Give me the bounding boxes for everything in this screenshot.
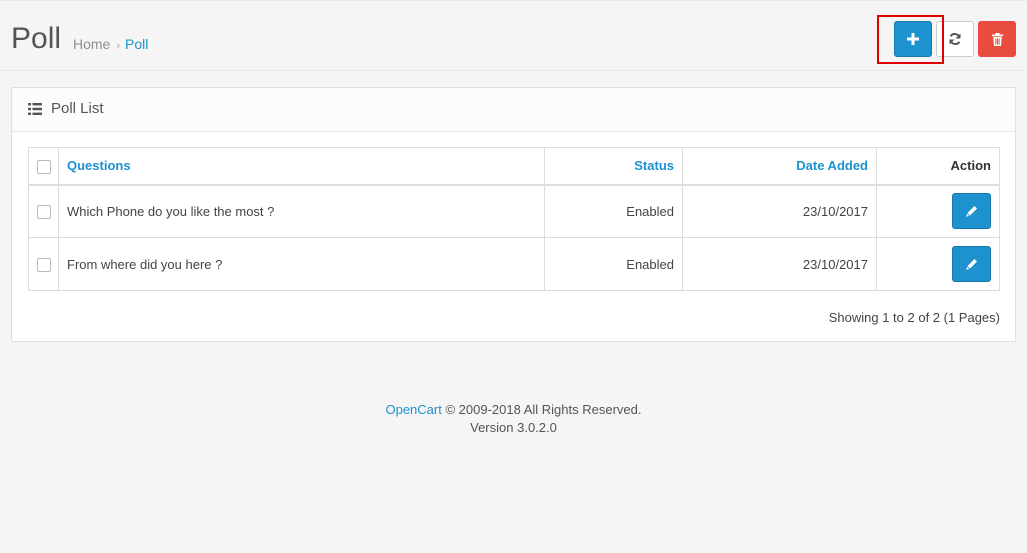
copyright-text: © 2009-2018 All Rights Reserved.: [441, 402, 642, 417]
row-checkbox-cell: [28, 237, 59, 291]
table-row: Which Phone do you like the most ? Enabl…: [28, 184, 1000, 238]
opencart-link[interactable]: OpenCart: [385, 402, 441, 417]
status-cell: Enabled: [544, 184, 683, 238]
question-cell: Which Phone do you like the most ?: [58, 184, 545, 238]
table-header-row: Questions Status Date Added Action: [28, 147, 1000, 186]
page-title: Poll: [11, 22, 62, 55]
sort-questions-link[interactable]: Questions: [67, 158, 131, 173]
sort-date-added-link[interactable]: Date Added: [796, 158, 868, 173]
action-cell: [876, 237, 1000, 291]
pencil-icon: [965, 206, 977, 217]
edit-button[interactable]: [952, 193, 991, 230]
pagination-summary: Showing 1 to 2 of 2 (1 Pages): [828, 310, 1000, 325]
panel-heading: Poll List: [12, 88, 1015, 132]
row-checkbox[interactable]: [36, 257, 51, 272]
row-checkbox[interactable]: [36, 205, 51, 220]
version-text: Version 3.0.2.0: [470, 420, 557, 435]
breadcrumb-poll-link[interactable]: Poll: [125, 36, 148, 52]
header-questions-cell: Questions: [58, 147, 545, 186]
breadcrumb-separator: ›: [116, 40, 121, 52]
footer: OpenCart © 2009-2018 All Rights Reserved…: [0, 401, 1027, 437]
status-cell: Enabled: [544, 237, 683, 291]
action-cell: [876, 184, 1000, 238]
breadcrumb-home-link[interactable]: Home: [73, 36, 110, 52]
date-added-cell: 23/10/2017: [682, 184, 877, 238]
pencil-icon: [965, 259, 977, 270]
row-checkbox-cell: [28, 184, 59, 238]
plus-icon: [907, 33, 919, 45]
breadcrumb: Home › Poll: [73, 34, 148, 56]
date-added-cell: 23/10/2017: [682, 237, 877, 291]
select-all-checkbox[interactable]: [36, 159, 51, 174]
sort-status-link[interactable]: Status: [634, 158, 674, 173]
poll-table: Questions Status Date Added Action Which…: [28, 147, 1000, 291]
rebuild-button[interactable]: [936, 21, 974, 57]
question-cell: From where did you here ?: [58, 237, 545, 291]
page-header: Poll Home › Poll: [0, 0, 1027, 71]
action-column-label: Action: [950, 158, 991, 174]
header-status-cell: Status: [544, 147, 683, 186]
delete-button[interactable]: [978, 21, 1016, 57]
header-action-cell: Action: [876, 147, 1000, 186]
refresh-icon: [949, 33, 961, 45]
header-date-cell: Date Added: [682, 147, 877, 186]
list-icon: [28, 103, 42, 115]
footer-copyright-line: OpenCart © 2009-2018 All Rights Reserved…: [0, 401, 1027, 419]
table-row: From where did you here ? Enabled 23/10/…: [28, 237, 1000, 291]
header-checkbox-cell: [28, 147, 59, 186]
poll-list-panel: Poll List Questions Status Date Added Ac…: [11, 87, 1016, 342]
panel-title: Poll List: [51, 100, 104, 117]
add-new-button[interactable]: [894, 21, 932, 57]
trash-icon: [991, 32, 1003, 46]
edit-button[interactable]: [952, 246, 991, 282]
